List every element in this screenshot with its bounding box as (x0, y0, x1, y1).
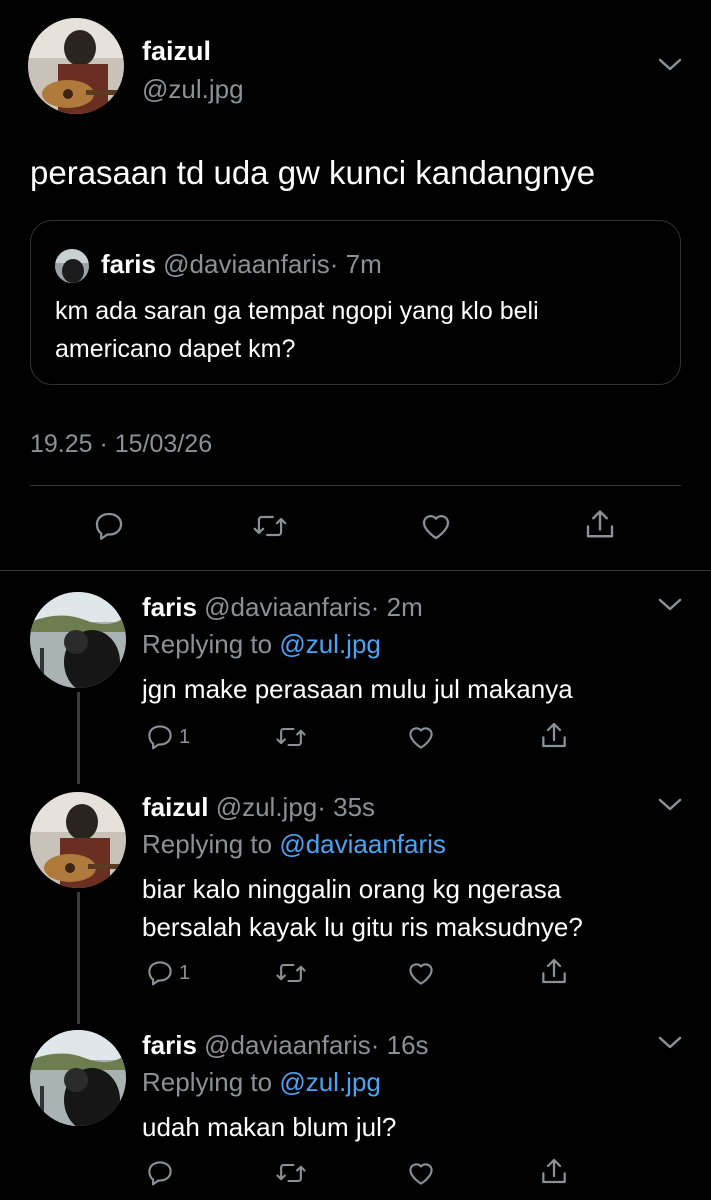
quoted-tweet[interactable]: faris @daviaanfaris· 7m km ada saran ga … (30, 220, 681, 385)
tweet-timestamp: 19.25 · 15/03/26 (30, 430, 213, 458)
reply-icon[interactable] (145, 1158, 175, 1188)
chevron-down-icon[interactable] (657, 56, 683, 74)
reply-author-handle[interactable]: @daviaanfaris (204, 592, 371, 622)
like-icon[interactable] (405, 722, 437, 752)
reply-count: 1 (179, 961, 191, 984)
reply-count: 1 (179, 725, 191, 748)
reply-icon[interactable] (92, 509, 126, 543)
author-handle[interactable]: @zul.jpg (142, 74, 244, 105)
divider (0, 570, 711, 571)
chevron-down-icon[interactable] (657, 1034, 683, 1052)
like-icon[interactable] (405, 1158, 437, 1188)
quoted-text-line: americano dapet km? (55, 335, 296, 363)
reply-action-bar (145, 1158, 175, 1188)
avatar[interactable] (30, 592, 126, 688)
reply-text: biar kalo ninggalin orang kg ngerasa (142, 874, 562, 904)
retweet-icon[interactable] (275, 722, 307, 752)
thread-line (77, 892, 80, 1024)
reply-author-handle[interactable]: @daviaanfaris (204, 1030, 371, 1060)
share-icon[interactable] (538, 956, 570, 988)
replying-to-link[interactable]: @zul.jpg (279, 629, 381, 659)
retweet-icon[interactable] (275, 1158, 307, 1188)
like-icon[interactable] (405, 958, 437, 988)
reply-author-name[interactable]: faizul (142, 792, 208, 822)
reply-action-bar: 1 (145, 722, 190, 752)
share-icon[interactable] (538, 1156, 570, 1188)
quoted-author-handle: @daviaanfaris (163, 249, 330, 279)
reply-author-handle[interactable]: @zul.jpg (216, 792, 318, 822)
reply-author-name[interactable]: faris (142, 592, 197, 622)
reply-action-bar: 1 (145, 958, 190, 988)
quoted-time: · 7m (329, 249, 382, 279)
share-icon[interactable] (538, 720, 570, 752)
like-icon[interactable] (418, 509, 454, 543)
reply-author-name[interactable]: faris (142, 1030, 197, 1060)
chevron-down-icon[interactable] (657, 596, 683, 614)
reply-time: · 35s (317, 792, 376, 822)
quoted-text-line: km ada saran ga tempat ngopi yang klo be… (55, 297, 539, 325)
reply-time: · 16s (370, 1030, 429, 1060)
author-name[interactable]: faizul (142, 36, 211, 67)
replying-to-label: Replying to (142, 829, 273, 859)
replying-to-label: Replying to (142, 629, 273, 659)
reply-text: jgn make perasaan mulu jul makanya (142, 674, 573, 704)
thread-line (77, 692, 80, 784)
reply-icon[interactable] (145, 722, 175, 752)
quoted-author-name: faris (101, 249, 156, 279)
chevron-down-icon[interactable] (657, 796, 683, 814)
replying-to-label: Replying to (142, 1067, 273, 1097)
reply-text: udah makan blum jul? (142, 1112, 397, 1142)
tweet-text: perasaan td uda gw kunci kandangnye (30, 154, 596, 191)
replying-to-link[interactable]: @daviaanfaris (279, 829, 446, 859)
reply-time: · 2m (370, 592, 423, 622)
reply-text: bersalah kayak lu gitu ris maksudnye? (142, 912, 583, 942)
avatar[interactable] (28, 18, 124, 114)
retweet-icon[interactable] (252, 509, 288, 543)
retweet-icon[interactable] (275, 958, 307, 988)
avatar[interactable] (30, 792, 126, 888)
avatar (55, 249, 89, 283)
avatar[interactable] (30, 1030, 126, 1126)
reply-icon[interactable] (145, 958, 175, 988)
share-icon[interactable] (582, 507, 618, 543)
divider (30, 485, 681, 486)
replying-to-link[interactable]: @zul.jpg (279, 1067, 381, 1097)
